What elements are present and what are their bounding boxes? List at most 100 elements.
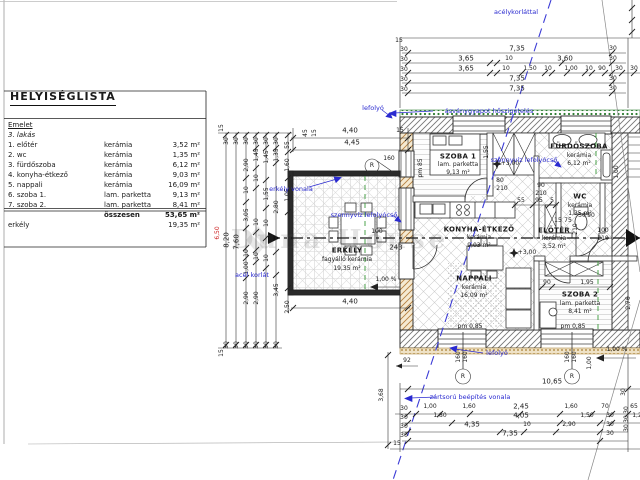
room-name: 6. szoba 1.	[8, 191, 104, 201]
dim-label: 30	[234, 341, 240, 349]
dim-label: 15	[312, 129, 318, 137]
dim-label: 1,00	[587, 356, 593, 369]
balcony-area: 19,35 m²	[162, 221, 202, 231]
dim-label: 30	[624, 415, 630, 423]
wardrobe	[545, 262, 603, 276]
r-marker: R	[370, 163, 374, 169]
room-list-floor: Emelet	[8, 121, 202, 131]
dim-label: 30	[609, 76, 617, 82]
dim-label: 3,65	[458, 66, 474, 73]
dim-label: 45	[303, 129, 309, 137]
room-list-row: 1. előtérkerámia3,52 m²	[8, 141, 202, 151]
room-area: 9,13 m²	[162, 191, 202, 201]
room-name: 1. előtér	[8, 141, 104, 151]
dim-label: 10	[502, 66, 510, 72]
dim-label: 3,45	[274, 283, 280, 296]
balcony-wall-bottom	[288, 290, 400, 295]
dim-label: 30	[400, 47, 408, 53]
dim-label: 30	[224, 137, 230, 145]
chair	[549, 308, 557, 316]
dim-label: 1,2	[632, 413, 640, 419]
room-material: kerámia	[104, 181, 162, 191]
dim-label: pm 0,85	[561, 324, 586, 330]
dim-label: 90	[537, 183, 545, 189]
dim-label: 210	[597, 236, 608, 242]
slope-label: 1,00 %	[376, 277, 397, 283]
dim-label: 15	[396, 128, 404, 134]
insulation-note: ásványgyapot hőszigetelés	[445, 108, 533, 115]
dim-label: 1,00	[564, 66, 577, 72]
dim-label: lam. parketta	[438, 162, 478, 168]
room-list-row: 5. nappalikerámia16,09 m²	[8, 181, 202, 191]
dim-label: 90	[587, 213, 595, 219]
dim-label: 9,03 m²	[467, 243, 491, 249]
r-marker: R	[461, 374, 465, 380]
room-name: 2. wc	[8, 151, 104, 161]
room-material: kerámia	[104, 161, 162, 171]
total-label: összesen	[104, 211, 162, 221]
dim-label: 15	[554, 218, 562, 224]
dim-label: kerámia	[462, 285, 486, 291]
dim-label: 4,40	[342, 128, 358, 135]
dim-label: 5	[550, 198, 554, 204]
dim-label: 30	[624, 424, 630, 432]
dim-label: 10	[505, 56, 513, 62]
dim-label: 160	[463, 351, 469, 362]
room-material: lam. parketta	[104, 201, 162, 211]
dim-label: 30	[224, 341, 230, 349]
dim-label: 7,35	[509, 76, 525, 83]
dim-label: 90	[598, 66, 606, 72]
dim-label: 30	[400, 87, 408, 93]
dim-label: 1,60	[462, 404, 475, 410]
dim-label: 1,50	[580, 413, 593, 419]
dim-label: 7,35	[509, 86, 525, 93]
room-name: 4. konyha-étkező	[8, 171, 104, 181]
dim-label: 10	[585, 66, 593, 72]
room-material: kerámia	[104, 171, 162, 181]
dim-label: 90	[543, 280, 551, 286]
sofa	[506, 268, 531, 288]
dim-label: kerámia	[542, 236, 566, 242]
dim-label: 3,60	[557, 56, 573, 63]
sewer-note-1: szennyvíz lefolyócső	[331, 212, 398, 219]
balcony-wall-top	[288, 171, 400, 176]
dim-label: 55	[517, 198, 525, 204]
building-line-note: zártsorú beépítés vonala	[430, 394, 511, 401]
dim-label: 160	[383, 156, 394, 162]
level-marker-label: +3,00	[518, 250, 536, 256]
dim-label: 30	[400, 415, 408, 421]
watermark-text: Duna House	[231, 227, 449, 253]
dim-label: 80	[496, 178, 504, 184]
room-label-nappali: NAPPALI	[456, 276, 491, 283]
dim-label: 19,35 m²	[333, 266, 360, 272]
dim-label: 30	[606, 413, 614, 419]
dim-label: 30	[254, 341, 260, 349]
dim-label: 30	[621, 388, 627, 396]
balcony-label: erkély	[8, 221, 104, 231]
dim-label: 8,41 m²	[568, 309, 592, 315]
dim-label: 2,50	[285, 300, 291, 313]
dim-label: 30	[254, 137, 260, 145]
dim-label: 9,13 m²	[446, 170, 470, 176]
room-list-total-row: összesen 53,65 m²	[8, 211, 202, 221]
dim-label: kerámia	[467, 235, 491, 241]
room-material: kerámia	[104, 141, 162, 151]
drain-note-bottom: lefolyó	[486, 350, 508, 357]
room-name: 5. nappali	[8, 181, 104, 191]
dim-label: 160	[572, 351, 578, 362]
dim-label: 2,76	[626, 296, 632, 309]
dim-label: 30	[630, 66, 638, 72]
dim-label: pm 85	[418, 158, 424, 177]
dim-label: 8,20	[224, 232, 231, 248]
dim-label: 1,60	[285, 158, 291, 171]
dim-label: 10,65	[542, 379, 562, 386]
steel-railing-note: acélykorláttal	[494, 9, 538, 16]
dim-label: 30	[234, 137, 240, 145]
dining-table	[467, 246, 503, 270]
wall-bottom	[400, 330, 640, 348]
dim-label: 30	[274, 341, 280, 349]
room-name: 7. szoba 2.	[8, 201, 104, 211]
dim-label: 30	[609, 56, 617, 62]
room-list-title: HELYISÉGLISTA	[10, 90, 116, 106]
slope-arrow	[596, 355, 604, 362]
